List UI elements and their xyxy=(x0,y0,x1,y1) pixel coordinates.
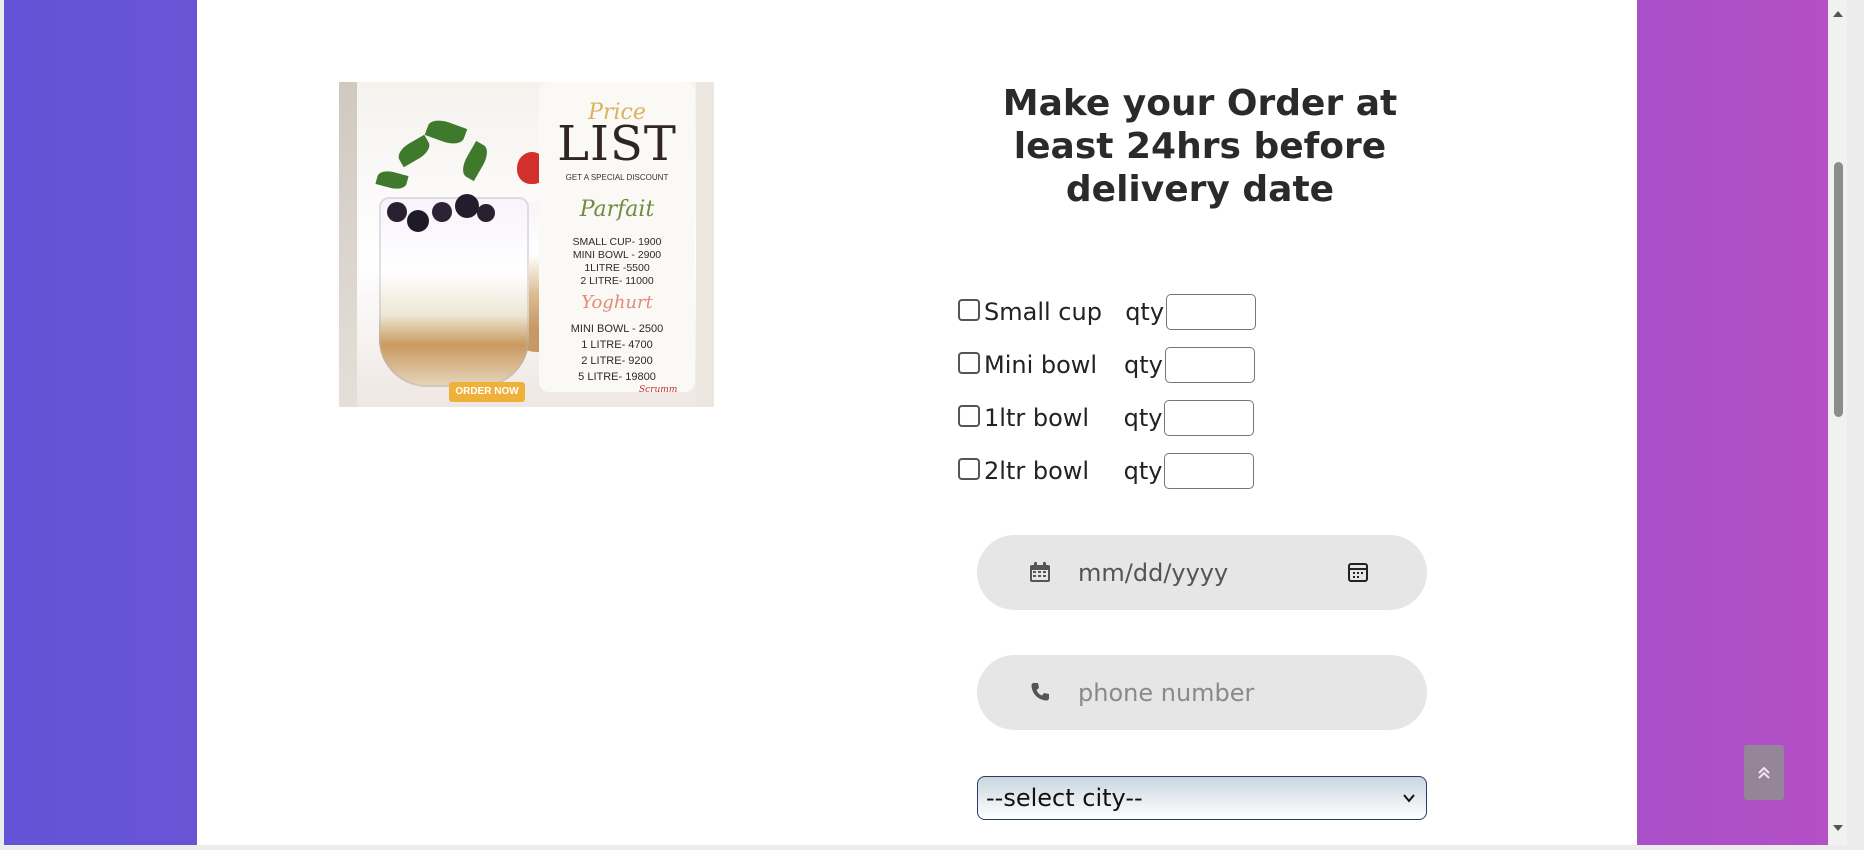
date-picker-icon[interactable] xyxy=(1347,561,1369,583)
mini-bowl-qty-input[interactable] xyxy=(1164,347,1255,383)
brand-logo: Scrumm xyxy=(639,385,678,395)
price-item: 1 LITRE- 4700 xyxy=(581,339,653,351)
2ltr-bowl-checkbox[interactable] xyxy=(958,458,980,480)
discount-text: GET A SPECIAL DISCOUNT xyxy=(565,173,669,182)
price-list-image: Price LIST GET A SPECIAL DISCOUNT Parfai… xyxy=(339,82,714,407)
price-item: 1LITRE -5500 xyxy=(584,262,650,274)
1ltr-bowl-checkbox[interactable] xyxy=(958,405,980,427)
front-glass xyxy=(379,197,529,387)
small-cup-qty-input[interactable] xyxy=(1166,294,1257,330)
product-label: Mini bowl xyxy=(984,351,1098,379)
product-row-2ltr-bowl: 2ltr bowl qty xyxy=(958,451,1255,491)
price-item: SMALL CUP- 1900 xyxy=(572,236,662,248)
qty-label: qty xyxy=(1093,457,1163,485)
2ltr-bowl-qty-input[interactable] xyxy=(1164,453,1255,489)
order-now-badge: ORDER NOW xyxy=(449,382,525,402)
price-item: 2 LITRE- 11000 xyxy=(580,275,654,287)
city-select[interactable]: --select city-- xyxy=(977,776,1427,820)
small-cup-checkbox[interactable] xyxy=(958,299,980,321)
price-item: MINI BOWL - 2900 xyxy=(572,249,662,261)
phone-placeholder: phone number xyxy=(1078,678,1255,707)
city-select-value: --select city-- xyxy=(986,784,1143,812)
date-placeholder: mm/dd/yyyy xyxy=(1078,558,1229,587)
qty-label: qty xyxy=(1101,351,1163,379)
product-label: 1ltr bowl xyxy=(984,404,1090,432)
scroll-up-arrow-icon[interactable] xyxy=(1832,8,1844,20)
price-item: 5 LITRE- 19800 xyxy=(578,371,656,383)
price-item: MINI BOWL - 2500 xyxy=(570,323,664,335)
vertical-scrollbar[interactable] xyxy=(1829,0,1847,845)
product-label: 2ltr bowl xyxy=(984,457,1090,485)
chevron-down-icon xyxy=(1403,794,1415,803)
parfait-items: SMALL CUP- 1900 MINI BOWL - 2900 1LITRE … xyxy=(539,236,695,288)
mini-bowl-checkbox[interactable] xyxy=(958,352,980,374)
qty-label: qty xyxy=(1093,404,1163,432)
scrollbar-thumb[interactable] xyxy=(1834,162,1843,417)
phone-number-input[interactable]: phone number xyxy=(977,655,1427,730)
product-row-1ltr-bowl: 1ltr bowl qty xyxy=(958,398,1255,438)
back-to-top-button[interactable] xyxy=(1744,745,1784,800)
qty-label: qty xyxy=(1109,298,1165,326)
product-label: Small cup xyxy=(984,298,1102,326)
calendar-icon xyxy=(1030,562,1050,582)
product-row-mini-bowl: Mini bowl qty xyxy=(958,345,1255,385)
phone-icon xyxy=(1031,683,1049,701)
parfait-heading: Parfait xyxy=(579,197,655,222)
yoghurt-items: MINI BOWL - 2500 1 LITRE- 4700 2 LITRE- … xyxy=(539,321,695,385)
product-row-small-cup: Small cup qty xyxy=(958,292,1257,332)
double-chevron-up-icon xyxy=(1758,766,1770,779)
price-list-heading: LIST xyxy=(557,116,677,172)
1ltr-bowl-qty-input[interactable] xyxy=(1164,400,1255,436)
delivery-date-input[interactable]: mm/dd/yyyy xyxy=(977,535,1427,610)
page-title: Make your Order at least 24hrs before de… xyxy=(1002,83,1398,210)
yoghurt-heading: Yoghurt xyxy=(581,292,653,313)
price-card: Price LIST GET A SPECIAL DISCOUNT Parfai… xyxy=(539,82,695,392)
price-item: 2 LITRE- 9200 xyxy=(581,355,653,367)
scroll-down-arrow-icon[interactable] xyxy=(1832,822,1844,834)
